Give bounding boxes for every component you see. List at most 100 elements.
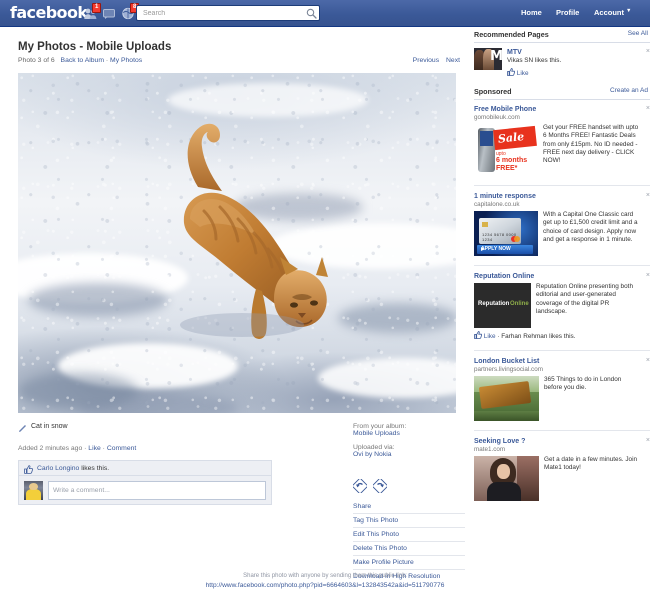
ad-body: Get your FREE handset with upto 6 Months…: [543, 124, 639, 165]
search-icon[interactable]: [306, 8, 317, 19]
close-icon[interactable]: ×: [646, 105, 650, 112]
previous-photo-link[interactable]: Previous: [413, 57, 439, 64]
ad-title[interactable]: 1 minute response: [474, 192, 640, 201]
rotate-left-icon[interactable]: [351, 477, 369, 495]
nav-account[interactable]: Account: [594, 8, 624, 17]
edit-caption-icon[interactable]: [18, 424, 27, 435]
close-icon[interactable]: ×: [646, 437, 650, 444]
recommended-page-item[interactable]: × M MTV Vikas SN likes this. Like: [474, 48, 650, 78]
subline-separator: ·: [105, 57, 109, 64]
ad-body: 365 Things to do in London before you di…: [544, 376, 622, 392]
reputation-online-thumbnail[interactable]: Reputation Online: [474, 283, 531, 329]
nav-profile[interactable]: Profile: [556, 8, 579, 17]
main-content-column: My Photos - Mobile Uploads Photo 3 of 6 …: [0, 27, 472, 580]
next-photo-link[interactable]: Next: [446, 57, 460, 64]
recommended-page-title[interactable]: MTV: [507, 48, 640, 57]
likes-suffix: likes this.: [79, 465, 110, 472]
thumbs-up-icon: [507, 68, 516, 78]
sponsored-heading: Sponsored Create an Ad: [474, 87, 650, 101]
album-name-link[interactable]: Mobile Uploads: [353, 430, 400, 437]
dating-woman-thumbnail[interactable]: [474, 456, 539, 502]
liker-name[interactable]: Carlo Longino: [37, 465, 79, 472]
photo-pager: Previous Next: [408, 57, 460, 64]
create-an-ad-link[interactable]: Create an Ad: [610, 87, 648, 94]
see-all-link[interactable]: See All: [628, 30, 648, 37]
london-log-flume-thumbnail[interactable]: [474, 376, 539, 422]
ad-url: gomobileuk.com: [474, 114, 520, 122]
friend-requests-icon[interactable]: 1: [84, 3, 102, 20]
nav-home[interactable]: Home: [521, 8, 542, 17]
my-photos-link[interactable]: My Photos: [110, 57, 142, 64]
capital-one-card-thumbnail[interactable]: 1234 5678 0000 1234 APPLY NOW: [474, 211, 538, 257]
public-link-url[interactable]: http://www.facebook.com/photo.php?pid=66…: [0, 581, 650, 590]
photo-meta-actions: Added 2 minutes ago · Like · Comment: [18, 445, 136, 452]
thumbs-up-icon: [474, 331, 483, 341]
action-make-profile-picture[interactable]: Make Profile Picture: [353, 555, 465, 569]
cat-subject: [180, 123, 328, 339]
rotate-controls: [351, 477, 391, 495]
chevron-down-icon[interactable]: ▼: [626, 8, 631, 14]
messages-icon[interactable]: [103, 7, 116, 20]
ad-like-label[interactable]: Like: [484, 333, 496, 340]
ad-free-text: FREE*: [496, 165, 518, 173]
ad-title[interactable]: London Bucket List: [474, 357, 640, 366]
photo-image[interactable]: [18, 73, 456, 413]
ad-body: Get a date in a few minutes. Join Mate1 …: [544, 456, 638, 472]
thumb-word-b: Online: [510, 301, 529, 308]
sponsored-ad-capital-one[interactable]: × 1 minute response capitalone.co.uk 123…: [474, 192, 650, 257]
recommended-pages-title: Recommended Pages: [474, 30, 549, 39]
rotate-right-icon[interactable]: [371, 477, 389, 495]
photo-actions-list: Share Tag This Photo Edit This Photo Del…: [353, 501, 465, 583]
close-icon[interactable]: ×: [646, 357, 650, 364]
search-box[interactable]: [136, 5, 320, 21]
mtv-thumbnail[interactable]: M: [474, 48, 502, 70]
close-icon[interactable]: ×: [646, 272, 650, 279]
close-icon[interactable]: ×: [646, 48, 650, 55]
comment-link[interactable]: Comment: [107, 445, 136, 452]
sponsored-ad-reputation-online[interactable]: × Reputation Online Reputation Online Re…: [474, 272, 650, 341]
sponsored-title: Sponsored: [474, 87, 512, 97]
divider: [474, 185, 650, 187]
public-link-footer: Share this photo with anyone by sending …: [0, 572, 650, 590]
ad-url: capitalone.co.uk: [474, 201, 520, 209]
ad-title[interactable]: Seeking Love ?: [474, 437, 640, 446]
ad-social-row: Like · Farhan Rehman likes this.: [474, 331, 640, 341]
likes-text: Carlo Longino likes this.: [37, 465, 109, 472]
sep-1: ·: [84, 445, 87, 452]
notifications-icon[interactable]: 8: [122, 3, 140, 20]
action-tag-this-photo[interactable]: Tag This Photo: [353, 513, 465, 527]
action-delete-this-photo[interactable]: Delete This Photo: [353, 541, 465, 555]
comment-input[interactable]: [48, 481, 266, 500]
sponsored-ad-free-mobile-phone[interactable]: × Free Mobile Phone gomobileuk.com Sale …: [474, 105, 650, 177]
like-label[interactable]: Like: [517, 70, 529, 77]
recommended-page-social: Vikas SN likes this.: [507, 57, 562, 64]
ad-social-text: Farhan Rehman likes this.: [501, 333, 576, 341]
album-label: From your album:: [353, 423, 407, 430]
ad-social-sep: ·: [497, 333, 500, 341]
photo-viewer[interactable]: [18, 73, 456, 413]
ad-body: Reputation Online presenting both editor…: [536, 283, 633, 315]
back-to-album-link[interactable]: Back to Album: [61, 57, 104, 64]
action-edit-this-photo[interactable]: Edit This Photo: [353, 527, 465, 541]
divider: [474, 430, 650, 432]
likes-bar: Carlo Longino likes this.: [18, 460, 272, 475]
uploaded-via-link[interactable]: Ovi by Nokia: [353, 451, 392, 458]
public-link-note: Share this photo with anyone by sending …: [243, 573, 407, 579]
facebook-logo[interactable]: facebook: [10, 3, 88, 22]
friend-requests-badge: 1: [92, 3, 102, 13]
search-input[interactable]: [141, 7, 301, 20]
sep-2: ·: [102, 445, 105, 452]
ad-title[interactable]: Free Mobile Phone: [474, 105, 640, 114]
phone-sale-thumbnail[interactable]: Sale upto 6 months FREE*: [474, 124, 538, 177]
photo-meta-column: From your album: Mobile Uploads Uploaded…: [353, 423, 465, 465]
ad-body: With a Capital One Classic card get up t…: [543, 211, 638, 243]
sponsored-ad-seeking-love[interactable]: × Seeking Love ? mate1.com Get a date in…: [474, 437, 650, 502]
added-timestamp: Added 2 minutes ago: [18, 445, 83, 452]
like-link[interactable]: Like: [88, 445, 100, 452]
action-share[interactable]: Share: [353, 501, 465, 513]
sponsored-ad-london-bucket-list[interactable]: × London Bucket List partners.livingsoci…: [474, 357, 650, 422]
recommended-page-like[interactable]: Like: [507, 68, 640, 78]
ad-title[interactable]: Reputation Online: [474, 272, 640, 281]
uploaded-via-label: Uploaded via:: [353, 444, 395, 451]
close-icon[interactable]: ×: [646, 192, 650, 199]
